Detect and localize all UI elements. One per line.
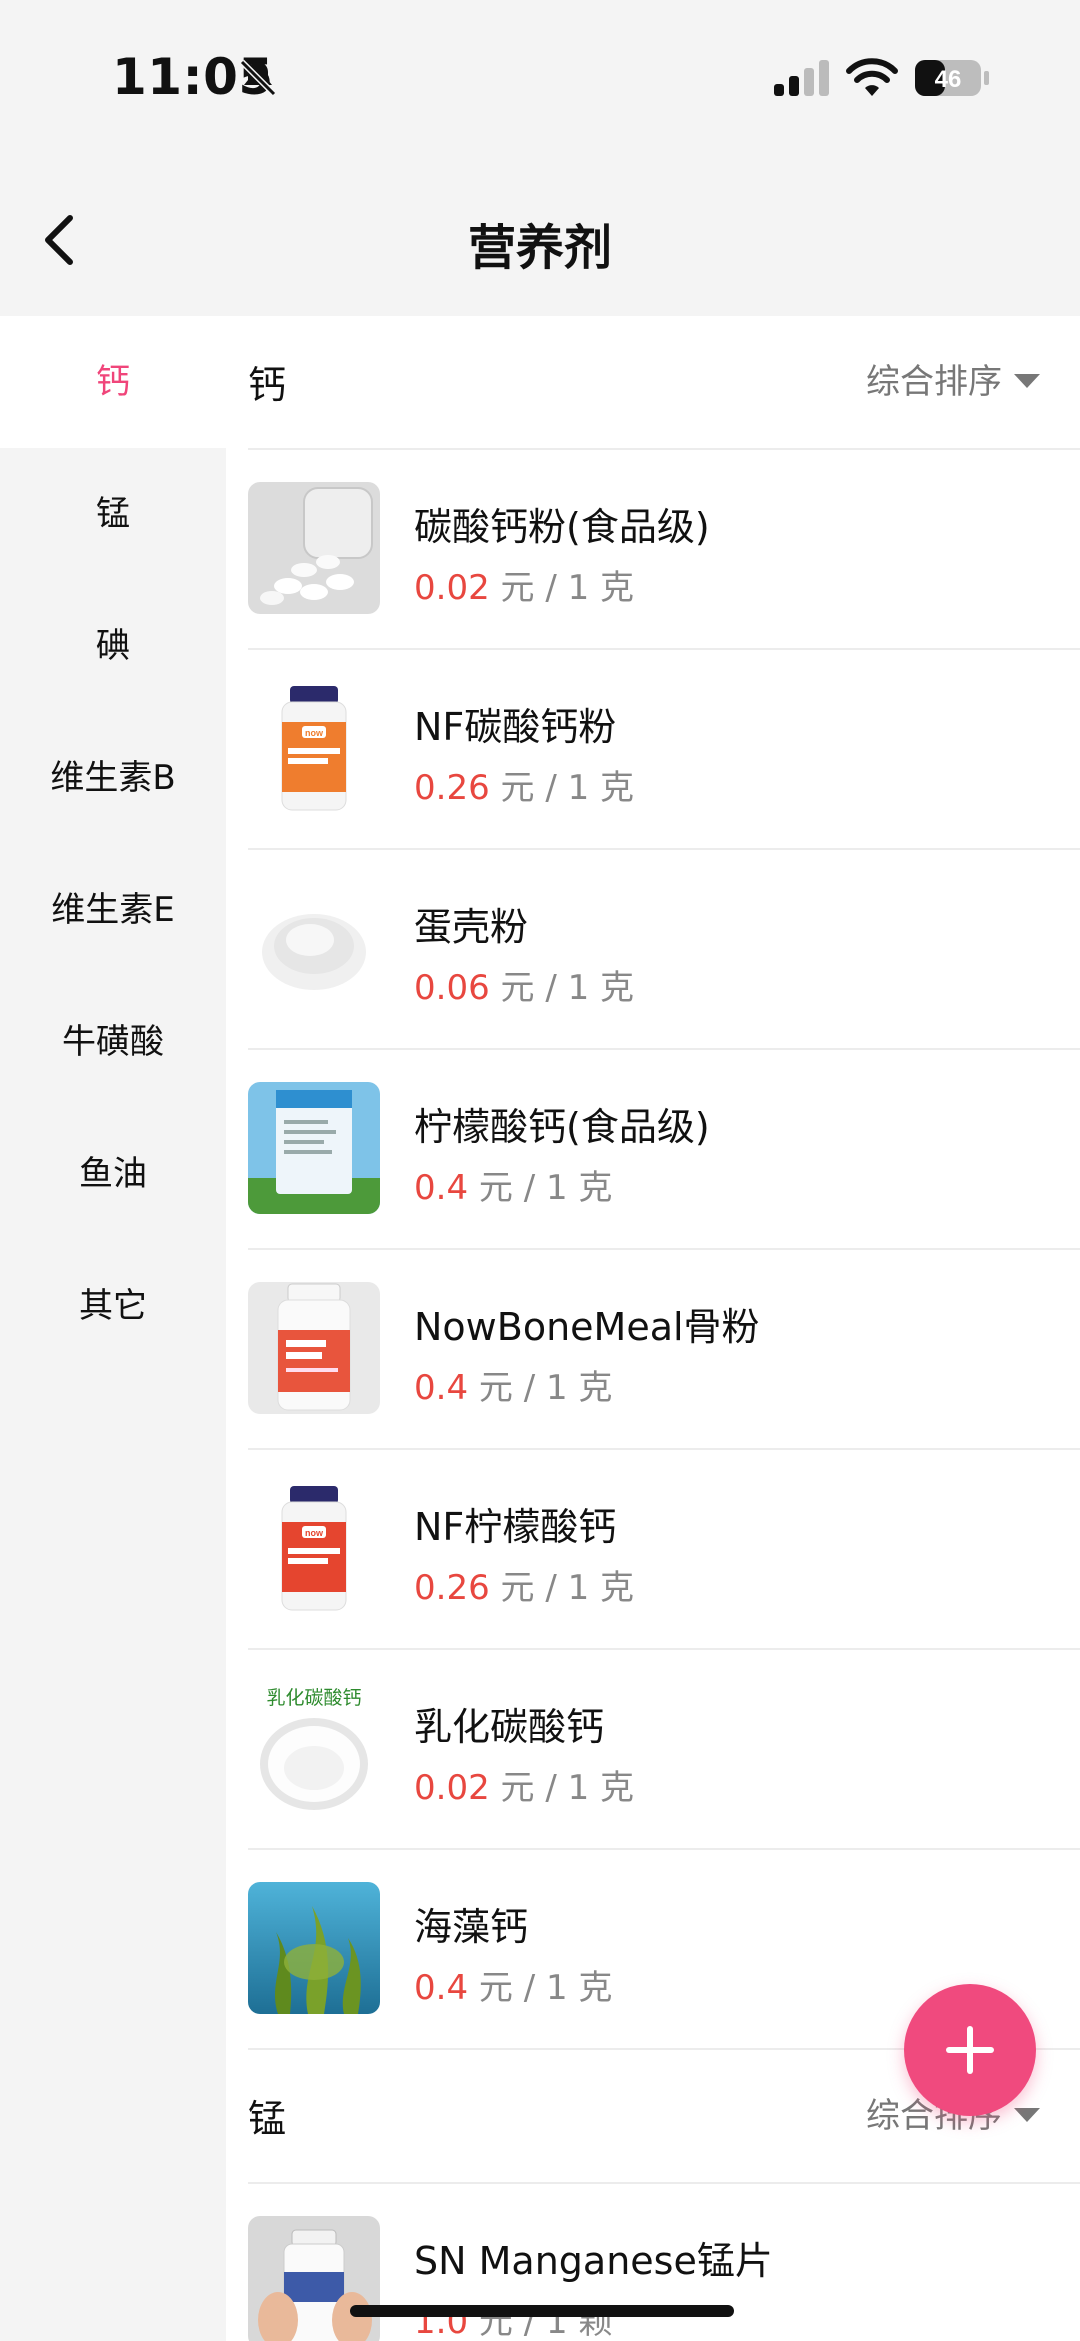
product-price: 0.02 元 / 1 克 (414, 560, 634, 609)
battery-level: 46 (935, 66, 962, 93)
product-name: SN Manganese锰片 (414, 2239, 773, 2283)
product-price: 0.4 元 / 1 克 (414, 1360, 612, 1409)
thumb-caption: 乳化碳酸钙 (266, 1687, 361, 1709)
price-unit: 元 / 1 克 (478, 1968, 613, 2008)
product-price: 0.4 元 / 1 克 (414, 1160, 612, 1209)
price-unit: 元 / 1 克 (500, 768, 635, 808)
product-row[interactable]: now NF柠檬酸钙 0.26 元 / 1 克 (226, 1450, 1080, 1649)
wifi-icon (846, 58, 898, 96)
product-price: 0.02 元 / 1 克 (414, 1760, 634, 1809)
price-unit: 元 / 1 克 (500, 1568, 635, 1608)
sidebar-item-other[interactable]: 其它 (0, 1240, 226, 1372)
product-price: 0.06 元 / 1 克 (414, 960, 634, 1009)
product-row[interactable]: 蛋壳粉 0.06 元 / 1 克 (226, 850, 1080, 1049)
nav-bar: 营养剂 (0, 160, 1080, 316)
product-row[interactable]: SN Manganese锰片 1.0 元 / 1 颗 (226, 2184, 1080, 2341)
product-name: 柠檬酸钙(食品级) (414, 1105, 710, 1149)
price-value: 0.02 (414, 1768, 490, 1808)
product-thumbnail-eggshell-powder (248, 882, 380, 1014)
product-name: 碳酸钙粉(食品级) (414, 505, 710, 549)
product-row[interactable]: 乳化碳酸钙 乳化碳酸钙 0.02 元 / 1 克 (226, 1650, 1080, 1849)
sidebar-item-taurine[interactable]: 牛磺酸 (0, 976, 226, 1108)
price-value: 0.4 (414, 1168, 469, 1208)
price-unit: 元 / 1 克 (500, 1768, 635, 1808)
price-value: 0.26 (414, 1568, 490, 1608)
product-price: 0.26 元 / 1 克 (414, 760, 634, 809)
product-name: 海藻钙 (414, 1905, 529, 1949)
sort-label: 综合排序 (866, 362, 1002, 402)
battery-icon: 46 (915, 60, 989, 96)
sidebar-item-vitamin-b[interactable]: 维生素B (0, 712, 226, 844)
product-name: 蛋壳粉 (414, 905, 529, 949)
page-title: 营养剂 (467, 220, 612, 276)
price-unit: 元 / 1 克 (500, 568, 635, 608)
product-thumbnail-manganese-bottle (248, 2216, 380, 2341)
price-value: 0.02 (414, 568, 490, 608)
product-thumbnail-bone-meal (248, 1282, 380, 1414)
section-title: 钙 (248, 363, 287, 407)
product-thumbnail-calcium-citrate-bag (248, 1082, 380, 1214)
product-thumbnail-now-bottle: now (248, 682, 380, 814)
product-thumbnail-emulsified-calcium: 乳化碳酸钙 (248, 1682, 380, 1814)
price-unit: 元 / 1 克 (478, 1168, 613, 1208)
price-value: 0.26 (414, 768, 490, 808)
product-row[interactable]: 碳酸钙粉(食品级) 0.02 元 / 1 克 (226, 450, 1080, 649)
price-unit: 元 / 1 克 (500, 968, 635, 1008)
sidebar-item-vitamin-e[interactable]: 维生素E (0, 844, 226, 976)
product-price: 0.4 元 / 1 克 (414, 1960, 612, 2009)
category-sidebar: 钙 锰 碘 维生素B 维生素E 牛磺酸 鱼油 其它 (0, 316, 226, 2341)
product-name: NowBoneMeal骨粉 (414, 1305, 760, 1349)
product-thumbnail-seaweed-calcium (248, 1882, 380, 2014)
cellular-signal-icon (774, 60, 829, 96)
sort-dropdown[interactable]: 综合排序 (866, 354, 1040, 403)
product-name: 乳化碳酸钙 (414, 1705, 605, 1749)
sidebar-item-fish-oil[interactable]: 鱼油 (0, 1108, 226, 1240)
product-price: 1.0 元 / 1 颗 (414, 2294, 612, 2341)
product-name: NF柠檬酸钙 (414, 1505, 617, 1549)
caret-down-icon (1014, 373, 1040, 388)
bottle-brand: now (305, 1528, 324, 1538)
home-indicator[interactable] (350, 2305, 734, 2317)
product-name: NF碳酸钙粉 (414, 705, 617, 749)
product-thumbnail-calcium-tablets (248, 482, 380, 614)
sidebar-item-manganese[interactable]: 锰 (0, 448, 226, 580)
product-row[interactable]: NowBoneMeal骨粉 0.4 元 / 1 克 (226, 1250, 1080, 1449)
add-button[interactable] (904, 1984, 1036, 2116)
caret-down-icon (1014, 2107, 1040, 2122)
sidebar-item-calcium[interactable]: 钙 (0, 316, 226, 448)
product-thumbnail-now-citrate-bottle: now (248, 1482, 380, 1614)
plus-icon (967, 2026, 973, 2074)
sidebar-item-iodine[interactable]: 碘 (0, 580, 226, 712)
price-value: 0.4 (414, 1968, 469, 2008)
status-bar: 11:05 46 (0, 0, 1080, 160)
product-row[interactable]: now NF碳酸钙粉 0.26 元 / 1 克 (226, 650, 1080, 849)
price-value: 0.4 (414, 1368, 469, 1408)
price-unit: 元 / 1 克 (478, 1368, 613, 1408)
bottle-brand: now (305, 728, 324, 738)
price-value: 0.06 (414, 968, 490, 1008)
section-title: 锰 (248, 2097, 287, 2141)
bell-muted-icon (239, 59, 277, 97)
product-price: 0.26 元 / 1 克 (414, 1560, 634, 1609)
product-row[interactable]: 柠檬酸钙(食品级) 0.4 元 / 1 克 (226, 1050, 1080, 1249)
section-header-calcium: 钙 综合排序 (226, 316, 1080, 448)
